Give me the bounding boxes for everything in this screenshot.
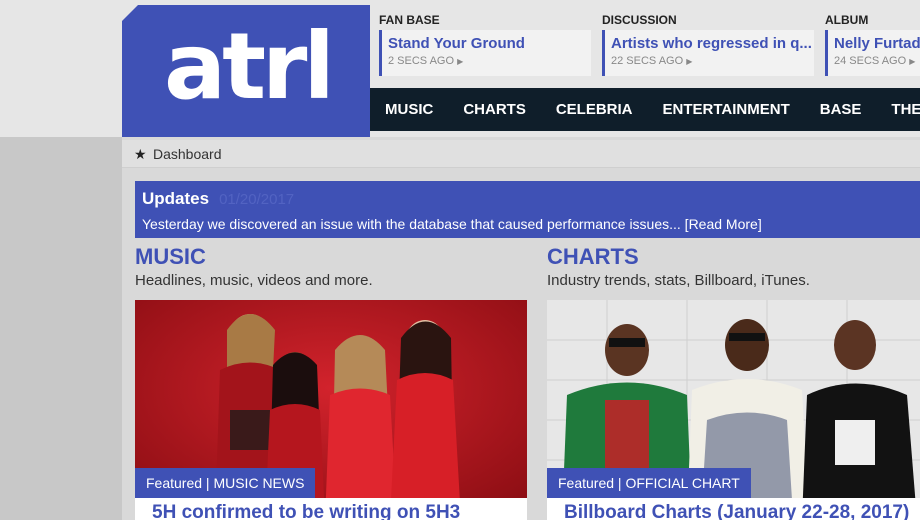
featured-tag-music[interactable]: Featured | MUSIC NEWS [135, 468, 316, 498]
ticker-title[interactable]: Nelly Furtado [834, 35, 920, 53]
ticker-box[interactable]: Nelly Furtado 24 SECS AGO ▶ [825, 30, 920, 76]
ticker-time: 2 SECS AGO ▶ [388, 55, 464, 67]
caret-right-icon: ▶ [909, 57, 916, 66]
breadcrumb-dashboard[interactable]: Dashboard [153, 146, 222, 162]
featured-tag-charts[interactable]: Featured | OFFICIAL CHART [547, 468, 751, 498]
star-icon: ★ [134, 146, 147, 162]
updates-heading: Updates 01/20/2017 [142, 189, 920, 210]
ticker-category: FAN BASE [379, 13, 440, 27]
ticker-title[interactable]: Artists who regressed in q... [611, 35, 814, 53]
logo-text: atrl [164, 13, 335, 120]
page: atrl FAN BASE Stand Your Ground 2 SECS A… [0, 0, 920, 520]
nav-item-base[interactable]: BASE [805, 88, 877, 131]
breadcrumb: ★ Dashboard [122, 140, 920, 168]
featured-card-music[interactable]: Featured | MUSIC NEWS 5H confirmed to be… [135, 300, 527, 520]
featured-headline-charts[interactable]: Billboard Charts (January 22-28, 2017) [547, 498, 920, 520]
section-title[interactable]: MUSIC [135, 244, 373, 270]
caret-right-icon: ▶ [686, 57, 693, 66]
left-gutter [0, 137, 122, 520]
nav-item-charts[interactable]: CHARTS [448, 88, 541, 131]
updates-banner: Updates 01/20/2017 Yesterday we discovere… [135, 181, 920, 238]
updates-date: 01/20/2017 [219, 191, 295, 208]
ticker-box[interactable]: Stand Your Ground 2 SECS AGO ▶ [379, 30, 591, 76]
ticker-fan-base[interactable]: FAN BASE Stand Your Ground 2 SECS AGO ▶ [379, 12, 591, 78]
ticker-time: 24 SECS AGO ▶ [834, 55, 916, 67]
ticker-album[interactable]: ALBUM Nelly Furtado 24 SECS AGO ▶ [825, 12, 920, 78]
section-description: Headlines, music, videos and more. [135, 272, 373, 289]
logo-corner-cut [122, 5, 138, 21]
section-title[interactable]: CHARTS [547, 244, 810, 270]
section-description: Industry trends, stats, Billboard, iTune… [547, 272, 810, 289]
nav-item-celebria[interactable]: CELEBRIA [541, 88, 648, 131]
nav-item-the-lounge[interactable]: THE LOU [876, 88, 920, 131]
ticker-box[interactable]: Artists who regressed in q... 22 SECS AG… [602, 30, 814, 76]
section-charts: CHARTS Industry trends, stats, Billboard… [547, 244, 810, 292]
section-music: MUSIC Headlines, music, videos and more. [135, 244, 373, 292]
ticker-category: ALBUM [825, 13, 869, 27]
featured-card-charts[interactable]: Featured | OFFICIAL CHART Billboard Char… [547, 300, 920, 520]
nav-item-music[interactable]: MUSIC [370, 88, 448, 131]
nav-item-entertainment[interactable]: ENTERTAINMENT [648, 88, 805, 131]
updates-message[interactable]: Yesterday we discovered an issue with th… [142, 214, 920, 234]
caret-right-icon: ▶ [457, 57, 464, 66]
updates-title: Updates [142, 189, 210, 208]
featured-headline-music[interactable]: 5H confirmed to be writing on 5H3 [135, 498, 527, 520]
site-logo[interactable]: atrl [122, 5, 370, 137]
ticker-category: DISCUSSION [602, 13, 677, 27]
ticker-discussion[interactable]: DISCUSSION Artists who regressed in q...… [602, 12, 814, 78]
ticker-time: 22 SECS AGO ▶ [611, 55, 693, 67]
main-nav: MUSIC CHARTS CELEBRIA ENTERTAINMENT BASE THE … [370, 88, 920, 131]
ticker-title[interactable]: Stand Your Ground [388, 35, 591, 53]
